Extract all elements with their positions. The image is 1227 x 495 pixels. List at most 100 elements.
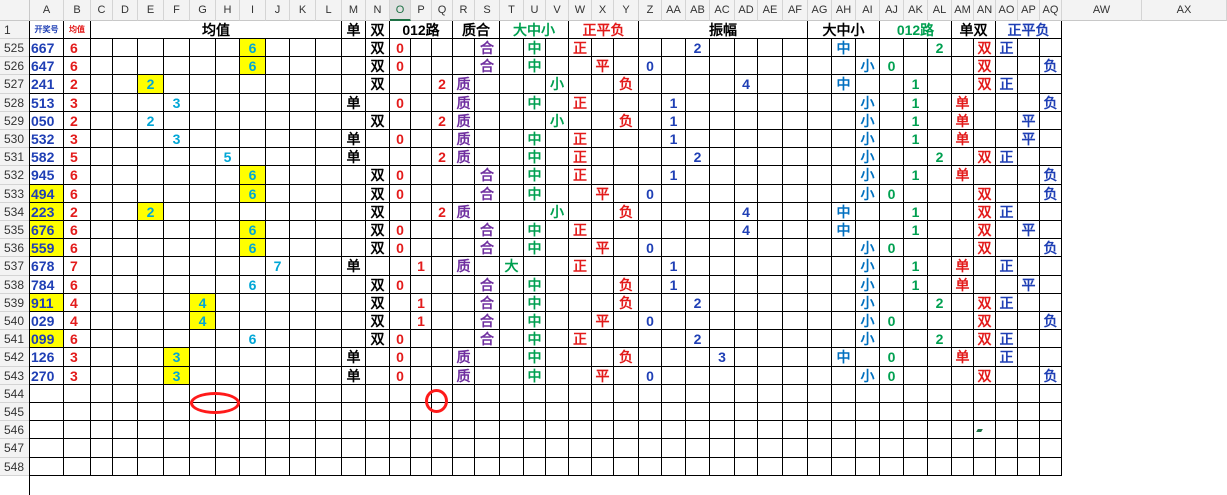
table-cell[interactable] [411,221,432,239]
table-cell[interactable] [342,57,366,75]
table-cell[interactable] [390,148,411,166]
column-header-aa[interactable]: AA [662,0,686,21]
table-cell[interactable] [190,94,216,112]
table-cell[interactable] [880,112,904,130]
table-cell[interactable] [216,75,240,94]
row-header-543[interactable]: 543 [0,367,30,385]
table-cell[interactable] [216,367,240,385]
table-cell[interactable] [569,385,592,403]
table-cell[interactable] [342,221,366,239]
table-cell[interactable] [662,312,686,330]
column-header-af[interactable]: AF [783,0,808,21]
table-cell[interactable] [1018,75,1040,94]
table-cell[interactable] [735,257,758,276]
table-cell[interactable] [758,276,783,294]
table-cell[interactable] [216,439,240,458]
table-cell[interactable] [453,166,475,185]
table-cell[interactable] [710,75,735,94]
table-cell[interactable]: 0 [880,185,904,203]
table-cell[interactable] [808,166,832,185]
column-header-ac[interactable]: AC [710,0,735,21]
row-header-533[interactable]: 533 [0,185,30,203]
table-cell[interactable] [614,94,639,112]
table-cell[interactable] [735,294,758,312]
table-cell[interactable] [546,439,569,458]
table-cell[interactable] [686,203,710,221]
table-cell[interactable] [546,94,569,112]
table-cell[interactable] [686,403,710,421]
table-cell[interactable] [952,203,974,221]
table-cell[interactable] [974,257,996,276]
table-cell[interactable] [190,330,216,348]
table-cell[interactable] [164,203,190,221]
table-cell[interactable] [904,385,928,403]
table-cell[interactable] [91,257,113,276]
table-cell[interactable] [290,458,316,476]
table-cell[interactable] [216,221,240,239]
table-cell[interactable] [639,166,662,185]
table-cell[interactable]: 合 [475,330,500,348]
table-cell[interactable] [240,367,266,385]
table-cell[interactable] [710,203,735,221]
table-cell[interactable] [216,94,240,112]
table-cell[interactable] [266,403,290,421]
table-cell[interactable] [952,439,974,458]
table-cell[interactable] [808,57,832,75]
row-header-540[interactable]: 540 [0,312,30,330]
table-cell[interactable] [316,330,342,348]
table-cell[interactable]: 正 [569,94,592,112]
table-cell[interactable] [316,367,342,385]
table-cell[interactable] [216,239,240,257]
table-cell[interactable]: 2 [686,148,710,166]
table-cell[interactable]: 0 [880,239,904,257]
table-cell[interactable] [783,94,808,112]
table-cell[interactable] [710,57,735,75]
table-cell[interactable]: 质 [453,367,475,385]
table-cell[interactable]: 质 [453,348,475,367]
table-cell[interactable] [569,348,592,367]
table-cell[interactable]: 双 [366,112,390,130]
table-cell[interactable] [91,148,113,166]
table-cell[interactable]: 正 [569,166,592,185]
table-cell[interactable]: 双 [366,276,390,294]
row-header-528[interactable]: 528 [0,94,30,112]
table-cell[interactable] [758,403,783,421]
table-cell[interactable]: 0 [390,239,411,257]
table-cell[interactable] [880,421,904,439]
table-cell[interactable]: 质 [453,130,475,148]
table-cell[interactable] [266,57,290,75]
table-cell[interactable] [928,421,952,439]
table-cell[interactable] [500,458,524,476]
table-cell[interactable] [569,239,592,257]
table-cell[interactable] [592,39,614,57]
column-header-q[interactable]: Q [432,0,453,21]
table-cell[interactable]: 单 [342,348,366,367]
table-cell[interactable]: 5 [216,148,240,166]
table-cell[interactable] [783,367,808,385]
table-cell[interactable] [758,439,783,458]
table-cell[interactable]: 0 [390,367,411,385]
table-cell[interactable] [783,403,808,421]
table-cell[interactable] [411,94,432,112]
table-cell[interactable] [928,94,952,112]
table-cell[interactable] [138,166,164,185]
table-cell[interactable] [113,75,138,94]
table-cell[interactable] [952,367,974,385]
row-header-534[interactable]: 534 [0,203,30,221]
table-cell[interactable]: 3 [710,348,735,367]
table-cell[interactable] [91,276,113,294]
table-cell[interactable]: 6 [64,221,91,239]
table-cell[interactable] [974,130,996,148]
column-header-ao[interactable]: AO [996,0,1018,21]
table-cell[interactable]: 2 [138,75,164,94]
table-cell[interactable]: 1 [904,276,928,294]
table-cell[interactable] [592,276,614,294]
table-cell[interactable] [783,221,808,239]
table-cell[interactable]: 5 [64,148,91,166]
table-cell[interactable] [735,57,758,75]
table-cell[interactable]: 3 [64,348,91,367]
table-cell[interactable] [614,330,639,348]
table-cell[interactable] [266,39,290,57]
table-cell[interactable] [342,239,366,257]
table-cell[interactable] [996,367,1018,385]
